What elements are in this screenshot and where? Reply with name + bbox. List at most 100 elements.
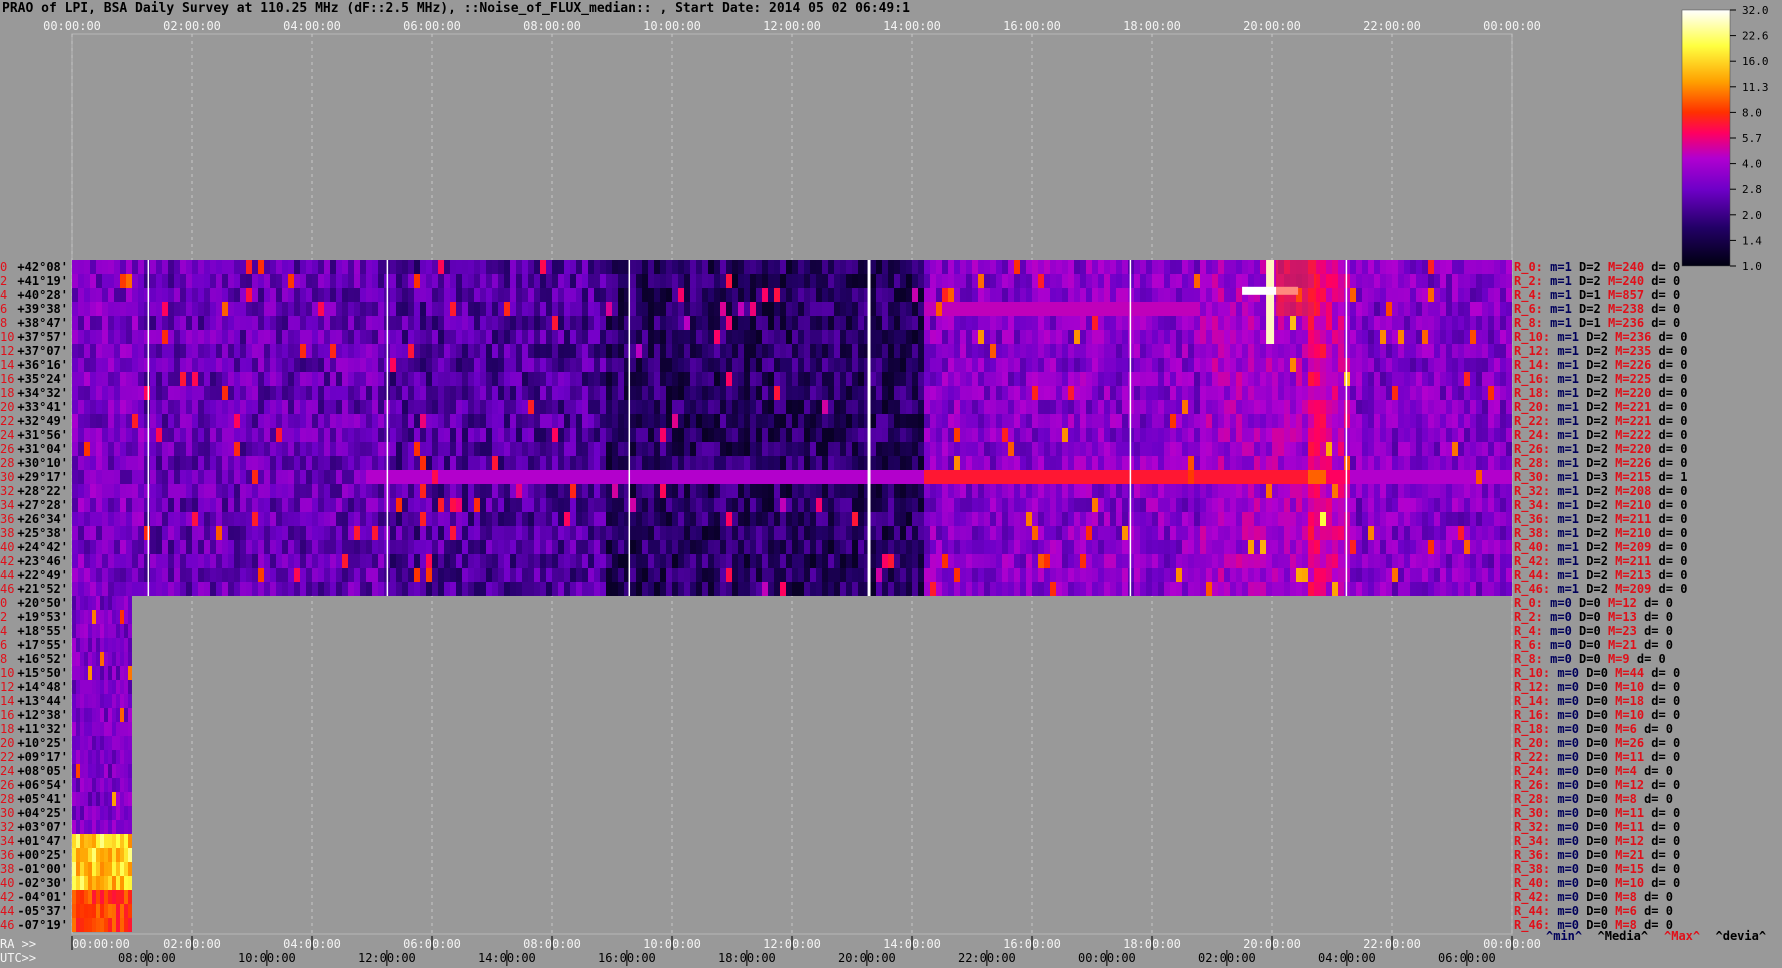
heatmap-cell	[1230, 428, 1236, 442]
heatmap-cell	[1224, 428, 1230, 442]
heatmap-cell	[900, 400, 906, 414]
heatmap-cell	[126, 274, 132, 288]
heatmap-cell	[564, 484, 570, 498]
heatmap-cell	[882, 470, 888, 484]
heatmap-cell	[1014, 274, 1020, 288]
heatmap-cell	[336, 386, 342, 400]
heatmap-cell	[1464, 316, 1470, 330]
heatmap-cell	[1194, 498, 1200, 512]
heatmap-cell	[768, 400, 774, 414]
heatmap-cell	[1212, 442, 1218, 456]
heatmap-cell	[1134, 526, 1140, 540]
heatmap-cell	[1404, 386, 1410, 400]
heatmap-cell	[1146, 414, 1152, 428]
heatmap-cell	[198, 428, 204, 442]
heatmap-cell	[876, 512, 882, 526]
heatmap-cell	[84, 456, 90, 470]
heatmap-cell	[666, 428, 672, 442]
heatmap-cell	[1242, 484, 1248, 498]
heatmap-cell	[1314, 386, 1320, 400]
heatmap-cell	[108, 512, 114, 526]
heatmap-cell	[1260, 442, 1266, 456]
heatmap-cell	[888, 456, 894, 470]
heatmap-cell	[786, 526, 792, 540]
heatmap-cell	[588, 358, 594, 372]
heatmap-cell	[1440, 358, 1446, 372]
heatmap-cell	[468, 316, 474, 330]
heatmap-cell	[570, 470, 576, 484]
heatmap-cell	[474, 386, 480, 400]
heatmap-cell	[312, 512, 318, 526]
heatmap-cell	[1368, 386, 1374, 400]
heatmap-cell	[1158, 372, 1164, 386]
heatmap-cell	[996, 526, 1002, 540]
heatmap-cell	[120, 428, 126, 442]
heatmap-cell	[1428, 442, 1434, 456]
heatmap-cell	[1374, 428, 1380, 442]
heatmap-cell	[540, 358, 546, 372]
heatmap-cell	[300, 414, 306, 428]
heatmap-cell	[288, 274, 294, 288]
heatmap-cell	[912, 372, 918, 386]
heatmap-cell	[336, 400, 342, 414]
heatmap-cell	[702, 442, 708, 456]
heatmap-cell	[768, 358, 774, 372]
heatmap-cell	[336, 512, 342, 526]
heatmap-cell	[1194, 414, 1200, 428]
heatmap-cell	[876, 344, 882, 358]
heatmap-cell	[210, 288, 216, 302]
heatmap-cell	[84, 400, 90, 414]
heatmap-cell	[1338, 400, 1344, 414]
heatmap-cell	[1086, 512, 1092, 526]
heatmap-cell	[342, 442, 348, 456]
heatmap-cell	[1296, 526, 1302, 540]
heatmap-cell	[1206, 372, 1212, 386]
heatmap-cell	[924, 526, 930, 540]
heatmap-cell	[270, 288, 276, 302]
heatmap-cell	[144, 260, 150, 274]
heatmap-cell	[1260, 484, 1266, 498]
heatmap-cell	[618, 456, 624, 470]
heatmap-cell	[516, 540, 522, 554]
heatmap-cell	[942, 372, 948, 386]
heatmap-cell	[294, 498, 300, 512]
heatmap-cell	[792, 330, 798, 344]
heatmap-cell	[708, 358, 714, 372]
heatmap-cell	[126, 512, 132, 526]
heatmap-cell	[588, 302, 594, 316]
heatmap-cell	[1386, 316, 1392, 330]
heatmap-cell	[252, 428, 258, 442]
heatmap-cell	[330, 386, 336, 400]
heatmap-cell	[372, 260, 378, 274]
heatmap-cell	[888, 512, 894, 526]
heatmap-cell	[1494, 330, 1500, 344]
heatmap-cell	[1470, 330, 1476, 344]
heatmap-cell	[408, 274, 414, 288]
heatmap-cell	[570, 498, 576, 512]
heatmap-cell	[204, 442, 210, 456]
heatmap-cell	[804, 526, 810, 540]
heatmap-cell	[1104, 330, 1110, 344]
heatmap-cell	[1356, 526, 1362, 540]
heatmap-cell	[936, 540, 942, 554]
heatmap-cell	[594, 442, 600, 456]
heatmap-cell	[1092, 526, 1098, 540]
heatmap-cell	[270, 456, 276, 470]
heatmap-cell	[990, 540, 996, 554]
heatmap-cell	[972, 400, 978, 414]
heatmap-cell	[1008, 274, 1014, 288]
heatmap-cell	[930, 526, 936, 540]
heatmap-cell	[642, 274, 648, 288]
heatmap-cell	[906, 540, 912, 554]
heatmap-cell	[588, 260, 594, 274]
heatmap-cell	[816, 456, 822, 470]
heatmap-cell	[1500, 372, 1506, 386]
heatmap-cell	[1458, 288, 1464, 302]
heatmap-cell	[792, 358, 798, 372]
heatmap-cell	[432, 512, 438, 526]
heatmap-cell	[312, 358, 318, 372]
heatmap-cell	[204, 428, 210, 442]
heatmap-cell	[174, 470, 180, 484]
heatmap-cell	[1446, 330, 1452, 344]
heatmap-cell	[1266, 372, 1272, 386]
